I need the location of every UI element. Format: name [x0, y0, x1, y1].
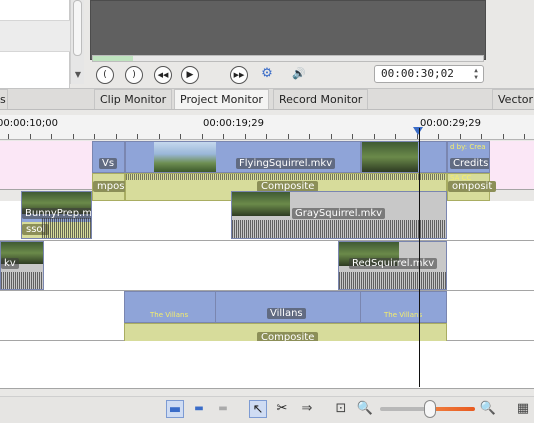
settings-icon[interactable]: ⚙: [258, 66, 276, 84]
zoom-slider-handle[interactable]: [424, 400, 436, 418]
ruler-tick: [223, 134, 224, 139]
clip-villans-label: Villans: [267, 308, 306, 319]
normal-mode-icon[interactable]: ▬: [166, 400, 184, 418]
ruler-tick: [352, 134, 353, 139]
razor-tool-icon[interactable]: ✂: [273, 400, 291, 418]
playhead-line[interactable]: [419, 128, 420, 387]
bunny-waveform: [42, 218, 91, 238]
spacer-tool-icon[interactable]: ⇒: [298, 400, 316, 418]
tab-project-monitor[interactable]: Project Monitor: [174, 89, 269, 109]
zoom-in-icon[interactable]: 🔍: [479, 400, 497, 418]
ruler-tick: [502, 134, 504, 139]
mark-out-button[interactable]: ): [125, 66, 143, 84]
ruler-tick: [373, 134, 375, 139]
rewind-button[interactable]: ◀◀: [154, 66, 172, 84]
timecode-spinner-icon[interactable]: ▲ ▼: [471, 67, 481, 81]
clip-left-kv-label: kv: [1, 258, 19, 269]
composite-right-label: omposit: [448, 181, 497, 192]
ruler-tick: [459, 134, 461, 139]
timecode-value[interactable]: 00:00:30;02: [381, 67, 454, 80]
ruler-tick: [72, 134, 74, 139]
track-settings-icon[interactable]: ▦: [514, 400, 532, 418]
ruler-tick: [266, 134, 267, 139]
ruler-tick: [330, 134, 332, 139]
clip-villans[interactable]: The Villans Villans The Villans: [124, 291, 447, 323]
play-button[interactable]: ▶: [181, 66, 199, 84]
fit-zoom-icon[interactable]: ⊡: [332, 400, 350, 418]
tab-left-fragment[interactable]: s: [0, 89, 8, 109]
ruler-tick: [94, 134, 95, 139]
ruler-tick: [287, 134, 289, 139]
monitor-display: [90, 0, 486, 60]
gray-squirrel-thumbnail: [232, 192, 290, 216]
monitor-position-fill: [93, 56, 133, 61]
clip-flying-label: FlyingSquirrel.mkv: [236, 158, 336, 169]
ruler-tick: [180, 134, 181, 139]
villans-divider-1: [215, 292, 216, 322]
volume-icon[interactable]: 🔊: [290, 66, 308, 84]
overwrite-mode-icon[interactable]: ▬: [190, 400, 208, 418]
ruler-tick: [137, 134, 138, 139]
clip-red-label: RedSquirrel.mkv: [349, 258, 438, 269]
ruler-tick: [244, 134, 246, 139]
ruler-tick: [158, 134, 160, 139]
flying-end-thumbnail: [362, 142, 418, 172]
scrollbar-thumb[interactable]: [73, 0, 82, 56]
clip-gray-squirrel[interactable]: GraySquirrel.mkv: [231, 191, 447, 239]
zoom-out-icon[interactable]: 🔍: [356, 400, 374, 418]
ruler-tick: [309, 134, 310, 139]
villans-small-label-2: The Villans: [384, 311, 423, 319]
ruler-label-20s: 00:00:19;29: [203, 118, 265, 129]
timecode-field[interactable]: 00:00:30;02 ▲ ▼: [374, 65, 484, 83]
clip-flying-squirrel[interactable]: FlyingSquirrel.mkv: [125, 141, 361, 173]
playhead-marker-icon[interactable]: [413, 127, 423, 135]
clip-left-kv[interactable]: kv: [0, 241, 44, 290]
clip-vs-label: Vs: [99, 158, 118, 169]
flying-squirrel-thumbnail: [154, 142, 216, 172]
ruler-tick: [115, 134, 117, 139]
villans-small-label-1: The Villans: [150, 311, 189, 319]
ruler-tick: [29, 134, 31, 139]
clip-credits[interactable]: d by: Crea Credits: [447, 141, 490, 173]
track-v5[interactable]: [0, 341, 534, 389]
selection-tool-icon[interactable]: ↖: [249, 400, 267, 418]
ruler-label-30s: 00:00:29;29: [420, 118, 482, 129]
clip-red-squirrel[interactable]: RedSquirrel.mkv: [338, 241, 447, 290]
project-tree-selected-row[interactable]: [0, 20, 70, 52]
scroll-down-arrow-icon[interactable]: ▼: [73, 70, 83, 80]
composite-left[interactable]: mpos: [92, 173, 129, 201]
insert-mode-icon[interactable]: ▬: [214, 400, 232, 418]
clip-credits-label: Credits: [450, 158, 489, 169]
ruler-tick: [524, 134, 525, 139]
ruler-label-10s: 00:00:10;00: [0, 118, 59, 129]
tab-vectorscope[interactable]: Vector: [492, 89, 534, 109]
ruler-tick: [438, 134, 439, 139]
clip-gray-label: GraySquirrel.mkv: [292, 208, 386, 219]
clip-vs[interactable]: Vs: [92, 141, 125, 173]
ruler-tick: [51, 134, 52, 139]
clip-flying-end[interactable]: [361, 141, 447, 173]
ruler-tick: [8, 134, 9, 139]
forward-button[interactable]: ▶▶: [230, 66, 248, 84]
monitor-position-bar[interactable]: [92, 55, 484, 62]
composite-right[interactable]: SA CC omposit: [447, 173, 497, 201]
credits-overlay-text: d by: Crea: [450, 143, 486, 151]
ruler-tick: [395, 134, 396, 139]
villans-divider-2: [360, 292, 361, 322]
composite-waveform: [126, 174, 446, 180]
ruler-tick: [481, 134, 482, 139]
left-kv-waveform: [1, 272, 43, 289]
gray-waveform: [232, 220, 446, 238]
red-squirrel-waveform: [339, 272, 446, 289]
project-tree-scrollbar[interactable]: ▼: [70, 0, 84, 84]
mark-in-button[interactable]: (: [96, 66, 114, 84]
clip-bunny-prep[interactable]: BunnyPrep.mkv ssol: [21, 191, 92, 239]
track-v3[interactable]: [0, 241, 534, 291]
tab-record-monitor[interactable]: Record Monitor: [273, 89, 369, 109]
composite-left-label: mpos: [93, 181, 129, 192]
ruler-tick: [201, 134, 203, 139]
tab-clip-monitor[interactable]: Clip Monitor: [94, 89, 173, 109]
